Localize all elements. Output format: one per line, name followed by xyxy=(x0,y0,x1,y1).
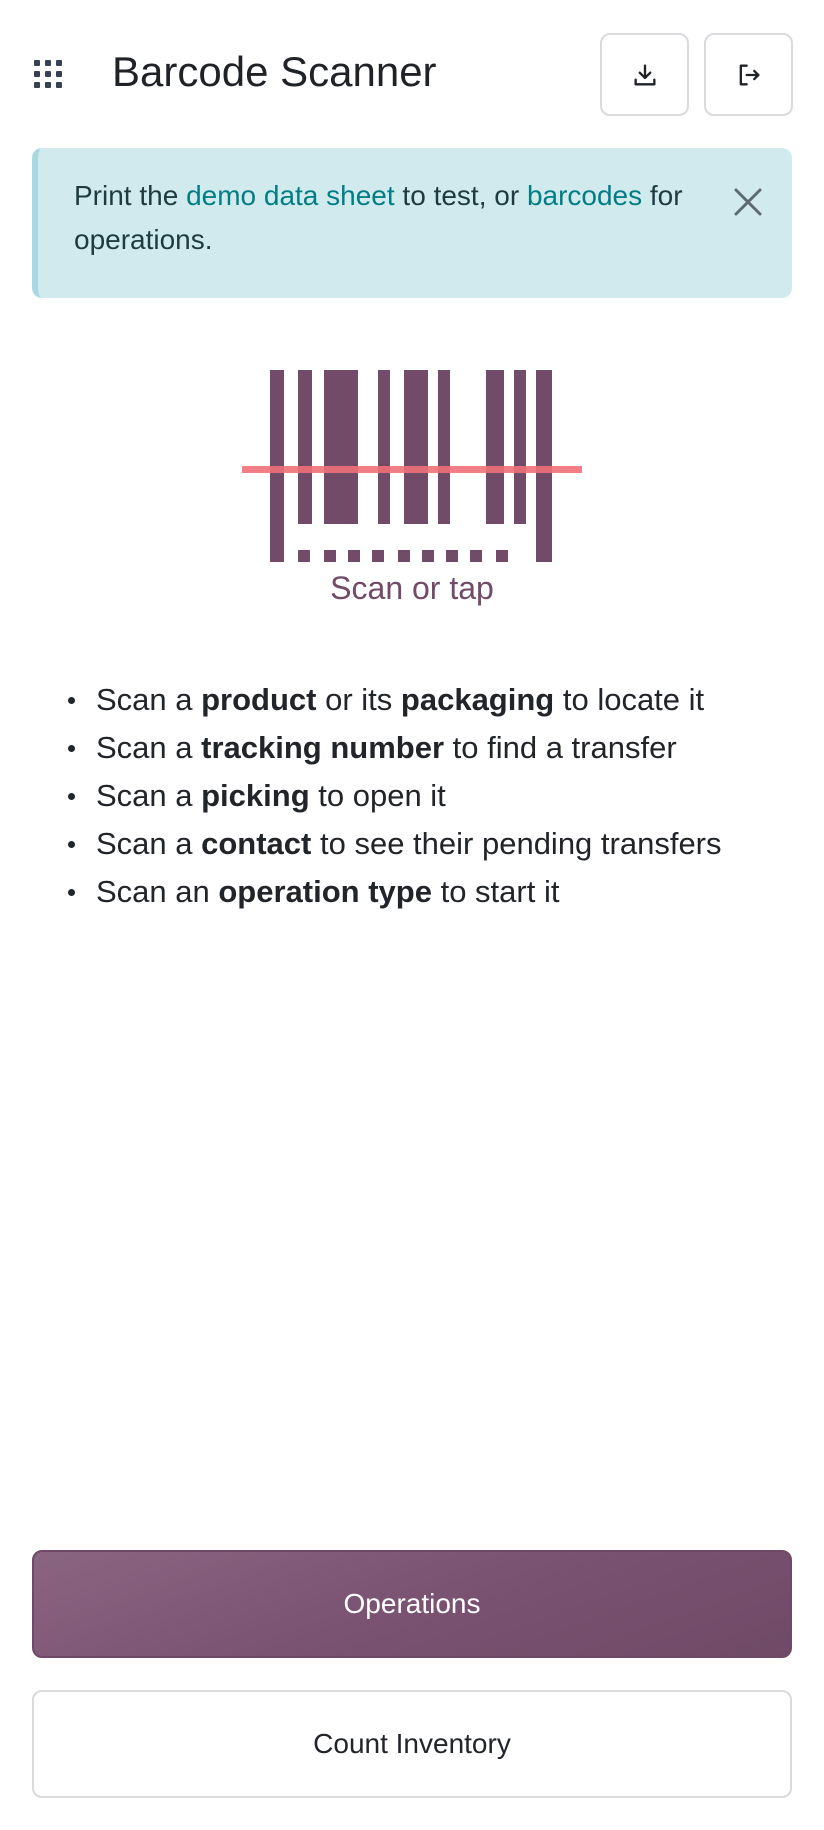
instruction-text: Scan a xyxy=(96,682,202,717)
instruction-text: to find a transfer xyxy=(444,730,677,765)
barcodes-link[interactable]: barcodes xyxy=(527,180,642,211)
download-icon xyxy=(634,64,655,86)
info-alert: Print the demo data sheet to test, or ba… xyxy=(32,148,792,298)
alert-text-2: to test, or xyxy=(394,180,527,211)
alert-text-1: Print the xyxy=(74,180,187,211)
app-title: Barcode Scanner xyxy=(112,48,437,95)
instruction-text: Scan a xyxy=(96,778,202,813)
download-button[interactable] xyxy=(600,33,689,116)
instruction-keyword: packaging xyxy=(400,682,555,717)
instruction-text: Scan a xyxy=(96,826,202,861)
instruction-keyword: picking xyxy=(201,778,310,813)
instruction-keyword: product xyxy=(201,682,317,717)
list-item: Scan a product or its packaging to locat… xyxy=(64,676,804,724)
instruction-text: to see their pending transfers xyxy=(311,826,722,861)
instruction-text: Scan an xyxy=(96,874,219,909)
instruction-keyword: contact xyxy=(201,826,312,861)
list-item: Scan a contact to see their pending tran… xyxy=(64,820,804,868)
count-inventory-button[interactable]: Count Inventory xyxy=(32,1690,792,1798)
apps-grid-icon[interactable] xyxy=(34,60,62,88)
logout-icon xyxy=(739,64,759,86)
list-item: Scan a picking to open it xyxy=(64,772,804,820)
instructions-list: Scan a product or its packaging to locat… xyxy=(64,676,804,916)
close-icon[interactable] xyxy=(728,182,768,222)
operations-button[interactable]: Operations xyxy=(32,1550,792,1658)
top-bar: Barcode Scanner xyxy=(0,0,824,148)
scan-or-tap-label[interactable]: Scan or tap xyxy=(0,568,824,608)
list-item: Scan a tracking number to find a transfe… xyxy=(64,724,804,772)
demo-data-sheet-link[interactable]: demo data sheet xyxy=(186,180,395,211)
logout-button[interactable] xyxy=(704,33,793,116)
alert-message: Print the demo data sheet to test, or ba… xyxy=(74,174,704,262)
instruction-keyword: tracking number xyxy=(201,730,445,765)
instruction-text: Scan a xyxy=(96,730,202,765)
instruction-text: to locate it xyxy=(554,682,705,717)
instruction-text: to start it xyxy=(431,874,560,909)
instruction-keyword: operation type xyxy=(218,874,432,909)
list-item: Scan an operation type to start it xyxy=(64,868,804,916)
instruction-text: to open it xyxy=(309,778,446,813)
instruction-text: or its xyxy=(316,682,401,717)
